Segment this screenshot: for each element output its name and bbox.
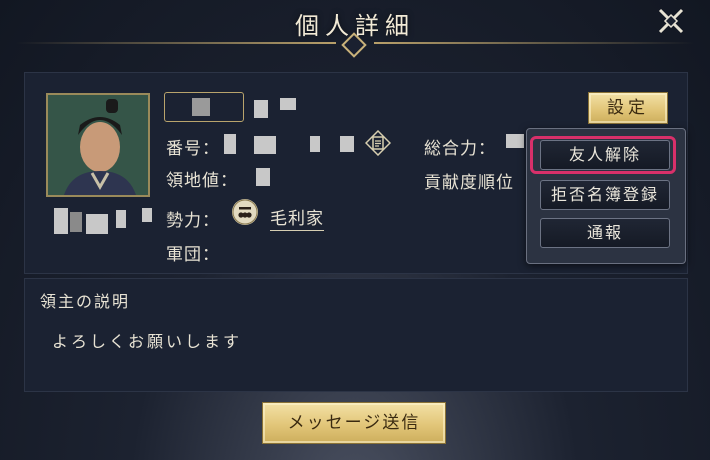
settings-button[interactable]: 設定 <box>588 92 668 124</box>
force-name-link[interactable]: 毛利家 <box>270 204 324 231</box>
redacted-block <box>254 100 268 118</box>
redacted-territory <box>256 168 270 186</box>
description-title: 領主の説明 <box>40 292 131 311</box>
total-power-label: 総合力： <box>424 139 496 159</box>
close-icon <box>658 8 684 34</box>
title-divider-left <box>16 42 336 44</box>
redacted-block <box>192 98 210 116</box>
title-bar: 個人詳細 <box>0 0 710 58</box>
redacted-block <box>254 136 276 154</box>
redacted-player-name <box>54 208 68 234</box>
redacted-total-power <box>506 134 524 148</box>
title-divider-right <box>374 42 694 44</box>
portrait-image <box>48 95 148 195</box>
redacted-block <box>310 136 320 152</box>
corps-label: 軍団： <box>166 245 220 265</box>
redacted-block <box>116 210 126 228</box>
force-label: 勢力： <box>166 211 220 231</box>
document-icon <box>364 129 392 157</box>
number-label: 番号： <box>166 139 220 159</box>
redacted-block <box>280 98 296 110</box>
redacted-block <box>70 212 82 232</box>
blocklist-button[interactable]: 拒否名簿登録 <box>540 180 670 210</box>
contribution-rank-label: 貢献度順位 <box>424 173 514 193</box>
send-message-button[interactable]: メッセージ送信 <box>262 402 446 444</box>
avatar <box>46 93 150 197</box>
redacted-block <box>86 214 108 234</box>
description-text: よろしくお願いします <box>52 332 243 351</box>
clan-crest-icon <box>232 199 258 225</box>
territory-label: 領地値： <box>166 171 238 191</box>
selection-highlight <box>530 136 676 174</box>
close-button[interactable] <box>656 6 686 36</box>
report-button[interactable]: 通報 <box>540 218 670 248</box>
redacted-number <box>224 134 236 154</box>
redacted-block <box>340 136 354 152</box>
mori-crest-icon <box>232 199 258 225</box>
document-button[interactable] <box>364 129 392 157</box>
redacted-block <box>142 208 152 222</box>
